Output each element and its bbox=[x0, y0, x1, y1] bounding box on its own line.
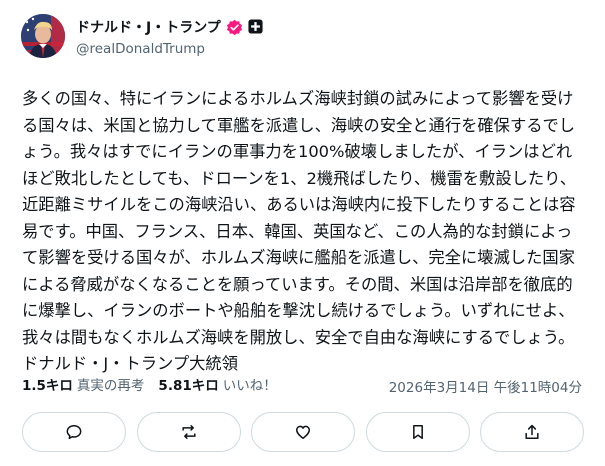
post-stats-row: 1.5キロ 真実の再考 5.81キロ いいね！ 2026年3月14日 午後11時… bbox=[22, 373, 582, 396]
likes-count[interactable]: 5.81キロ bbox=[158, 374, 218, 394]
like-button[interactable] bbox=[251, 412, 355, 452]
avatar[interactable] bbox=[21, 14, 65, 58]
post-card: ドナルド・J・トランプ @realDonaldTrump 多くの国々、特にイラン… bbox=[0, 0, 605, 466]
avatar-image bbox=[21, 14, 65, 58]
action-bar bbox=[22, 412, 584, 452]
verified-badge-icon bbox=[226, 19, 243, 36]
repost-button[interactable] bbox=[136, 412, 241, 452]
author-handle[interactable]: @realDonaldTrump bbox=[76, 41, 205, 57]
author-name-row: ドナルド・J・トランプ bbox=[76, 16, 265, 38]
reposts-count[interactable]: 1.5キロ bbox=[22, 374, 73, 394]
heart-icon bbox=[296, 425, 310, 439]
share-upload-icon bbox=[525, 424, 539, 439]
bookmark-icon bbox=[412, 425, 423, 439]
share-button[interactable] bbox=[480, 412, 584, 452]
bookmark-button[interactable] bbox=[365, 412, 470, 452]
post-body-text: 多くの国々、特にイランによるホルムズ海峡封鎖の試みによって影響を受ける国々は、米… bbox=[22, 89, 577, 373]
post-timestamp[interactable]: 2026年3月14日 午後11時04分 bbox=[389, 376, 582, 396]
author-display-name[interactable]: ドナルド・J・トランプ bbox=[76, 17, 221, 37]
likes-label[interactable]: いいね！ bbox=[223, 374, 277, 394]
reply-button[interactable] bbox=[22, 412, 126, 452]
speech-bubble-icon bbox=[66, 425, 82, 440]
repost-arrows-icon bbox=[181, 425, 196, 439]
affiliate-badge-icon bbox=[248, 18, 265, 36]
reposts-label[interactable]: 真実の再考 bbox=[77, 374, 145, 394]
